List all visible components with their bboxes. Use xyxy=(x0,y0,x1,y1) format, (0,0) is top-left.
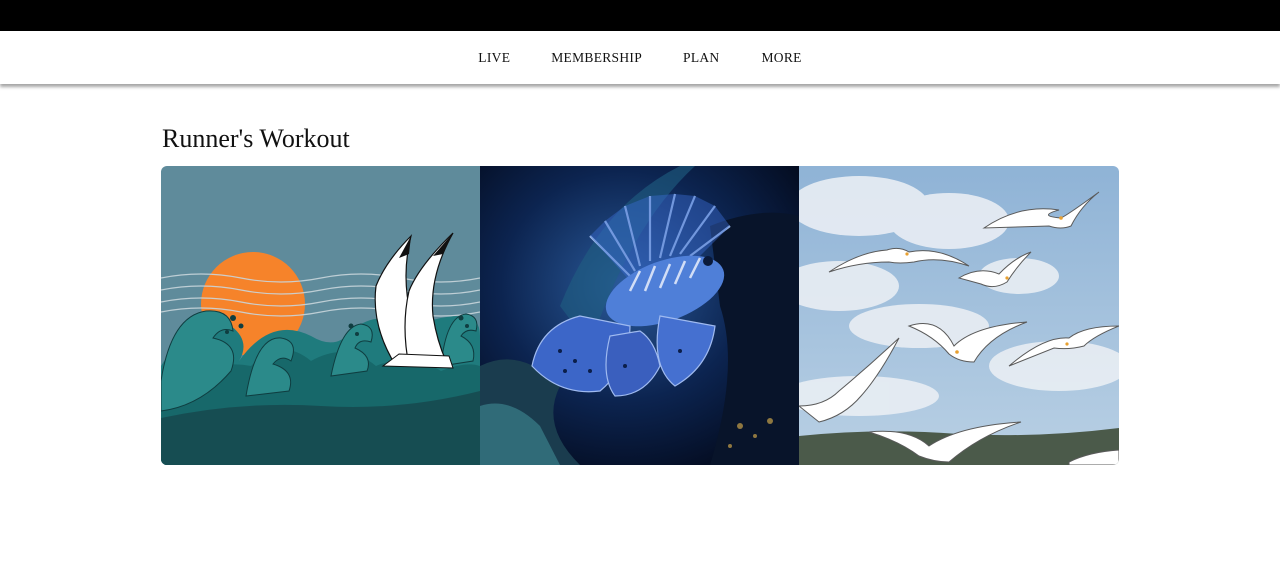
image-gallery xyxy=(161,166,1119,465)
gallery-image-waves-illustration[interactable] xyxy=(161,166,480,465)
section-title: Runner's Workout xyxy=(162,124,350,153)
seagulls-image xyxy=(799,166,1119,465)
gallery-image-seagulls[interactable] xyxy=(799,166,1119,465)
nav-item-membership[interactable]: MEMBERSHIP xyxy=(551,50,642,66)
main-nav: LIVE MEMBERSHIP PLAN MORE xyxy=(0,31,1280,84)
nav-item-plan[interactable]: PLAN xyxy=(683,50,719,66)
nav-item-more[interactable]: MORE xyxy=(761,50,801,66)
gallery-image-lionfish[interactable] xyxy=(480,166,799,465)
navigation-bar: LIVE MEMBERSHIP PLAN MORE xyxy=(0,31,1280,84)
waves-illustration-image xyxy=(161,166,480,465)
nav-item-live[interactable]: LIVE xyxy=(478,50,510,66)
browser-top-bar xyxy=(0,0,1280,31)
lionfish-image xyxy=(480,166,799,465)
